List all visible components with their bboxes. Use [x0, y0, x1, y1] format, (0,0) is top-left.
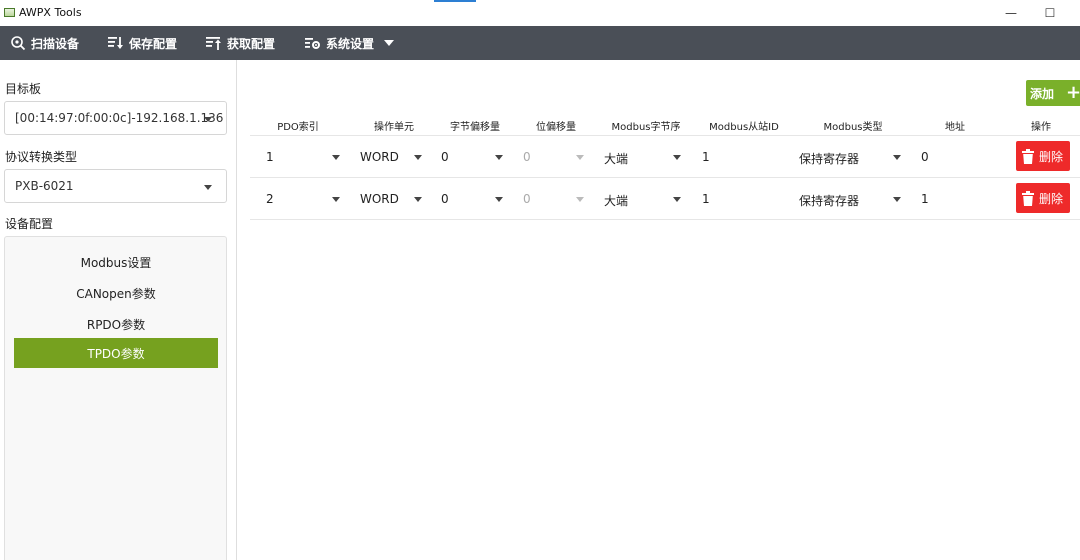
column-header: Modbus字节序	[611, 122, 681, 133]
chevron-down-icon	[384, 40, 395, 46]
app-logo-icon	[4, 8, 15, 17]
delete-row-button[interactable]: 删除	[1016, 183, 1070, 213]
save-config-label: 保存配置	[129, 36, 178, 51]
table-row: 2 WORD 0 0 大端 1 保持寄存器 1 删除	[250, 178, 1080, 220]
scan-devices-button[interactable]: 扫描设备	[10, 26, 79, 60]
pdo-index-select[interactable]: 2	[266, 192, 274, 206]
protocol-type-select[interactable]: PXB-6021	[4, 169, 227, 203]
protocol-type-value: PXB-6021	[15, 179, 74, 193]
protocol-type-label: 协议转换类型	[5, 150, 78, 164]
delete-label: 删除	[1039, 149, 1064, 164]
table-header: PDO索引 操作单元 字节偏移量 位偏移量 Modbus字节序 Modbus从站…	[250, 114, 1080, 136]
chevron-down-icon	[673, 197, 681, 202]
window-title: AWPX Tools	[19, 6, 82, 19]
pdo-index-select[interactable]: 1	[266, 150, 274, 164]
column-header: PDO索引	[277, 122, 319, 133]
address-input[interactable]: 1	[921, 192, 929, 206]
column-header: Modbus类型	[823, 122, 883, 133]
column-header: Modbus从站ID	[709, 122, 779, 133]
column-header: 操作	[1031, 122, 1051, 133]
byte-offset-select[interactable]: 0	[441, 150, 449, 164]
menu-item-tpdo-params[interactable]: TPDO参数	[14, 338, 218, 368]
modbus-type-select[interactable]: 保持寄存器	[799, 192, 859, 209]
chevron-down-icon	[204, 185, 212, 190]
target-board-select[interactable]: [00:14:97:0f:00:0c]-192.168.1.136	[4, 101, 227, 135]
byte-order-select[interactable]: 大端	[604, 192, 628, 209]
slave-id-input[interactable]: 1	[702, 192, 710, 206]
chevron-down-icon	[414, 155, 422, 160]
byte-order-select[interactable]: 大端	[604, 150, 628, 167]
device-config-label: 设备配置	[5, 217, 54, 231]
system-settings-button[interactable]: 系统设置	[304, 26, 395, 60]
chevron-down-icon	[893, 155, 901, 160]
menu-item-modbus-settings[interactable]: Modbus设置	[14, 247, 218, 277]
delete-label: 删除	[1039, 191, 1064, 206]
bit-offset-select: 0	[523, 150, 531, 164]
table-row: 1 WORD 0 0 大端 1 保持寄存器 0 删除	[250, 136, 1080, 178]
chevron-down-icon	[414, 197, 422, 202]
maximize-button[interactable]: ☐	[1039, 3, 1061, 23]
target-board-label: 目标板	[5, 82, 42, 96]
upload-list-icon	[206, 37, 221, 50]
sidebar: 目标板 [00:14:97:0f:00:0c]-192.168.1.136 协议…	[0, 60, 237, 560]
chevron-down-icon	[495, 197, 503, 202]
operation-unit-select[interactable]: WORD	[360, 150, 399, 164]
target-board-value: [00:14:97:0f:00:0c]-192.168.1.136	[15, 111, 224, 125]
byte-offset-select[interactable]: 0	[441, 192, 449, 206]
column-header: 操作单元	[374, 122, 414, 133]
chevron-down-icon	[495, 155, 503, 160]
chevron-down-icon	[576, 155, 584, 160]
slave-id-input[interactable]: 1	[702, 150, 710, 164]
trash-icon	[1022, 190, 1034, 206]
chevron-down-icon	[332, 197, 340, 202]
address-input[interactable]: 0	[921, 150, 929, 164]
scan-devices-label: 扫描设备	[31, 36, 80, 51]
add-label: 添加	[1030, 86, 1055, 101]
fetch-config-button[interactable]: 获取配置	[205, 26, 275, 60]
download-list-icon	[108, 37, 123, 49]
minimize-button[interactable]: —	[1000, 3, 1022, 23]
menu-item-canopen-params[interactable]: CANopen参数	[14, 278, 218, 308]
operation-unit-select[interactable]: WORD	[360, 192, 399, 206]
bit-offset-select: 0	[523, 192, 531, 206]
column-header: 字节偏移量	[450, 122, 500, 133]
column-header: 地址	[945, 122, 965, 133]
column-header: 位偏移量	[536, 122, 576, 133]
settings-list-icon	[305, 38, 320, 49]
fetch-config-label: 获取配置	[227, 36, 276, 51]
trash-icon	[1022, 148, 1034, 164]
title-bar: AWPX Tools — ☐	[0, 0, 1080, 26]
plus-icon: +	[1066, 82, 1080, 103]
delete-row-button[interactable]: 删除	[1016, 141, 1070, 171]
top-accent-line	[434, 0, 476, 2]
config-menu: Modbus设置 CANopen参数 RPDO参数 TPDO参数	[4, 236, 227, 560]
toolbar: 扫描设备 保存配置 获取配置 系统设置	[0, 26, 1080, 82]
modbus-type-select[interactable]: 保持寄存器	[799, 150, 859, 167]
system-settings-label: 系统设置	[326, 36, 375, 51]
chevron-down-icon	[576, 197, 584, 202]
save-config-button[interactable]: 保存配置	[107, 26, 177, 60]
search-icon	[11, 36, 26, 51]
add-row-button[interactable]: 添加 +	[1026, 80, 1080, 106]
chevron-down-icon	[332, 155, 340, 160]
chevron-down-icon	[204, 117, 212, 122]
menu-item-rpdo-params[interactable]: RPDO参数	[14, 309, 218, 339]
chevron-down-icon	[673, 155, 681, 160]
chevron-down-icon	[893, 197, 901, 202]
